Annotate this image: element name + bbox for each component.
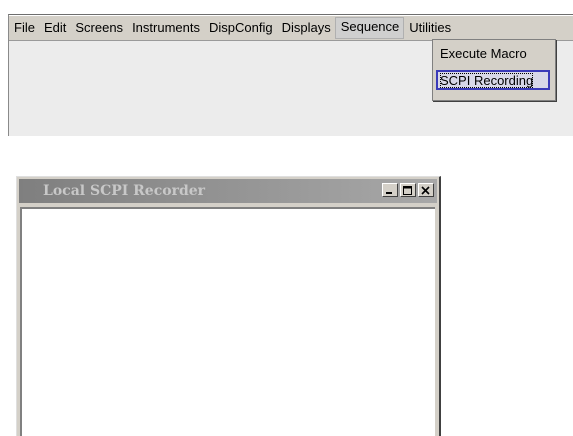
maximize-button[interactable]: [400, 183, 416, 197]
menu-dispconfig[interactable]: DispConfig: [204, 18, 277, 38]
minimize-icon: [386, 192, 392, 194]
application-window: File Edit Screens Instruments DispConfig…: [8, 14, 573, 136]
caption-buttons: [380, 183, 434, 197]
menu-displays[interactable]: Displays: [277, 18, 335, 38]
menu-utilities[interactable]: Utilities: [404, 18, 455, 38]
minimize-button[interactable]: [382, 183, 398, 197]
close-button[interactable]: [418, 183, 434, 197]
menu-screens[interactable]: Screens: [70, 18, 127, 38]
close-icon: [421, 186, 430, 195]
menu-file[interactable]: File: [9, 18, 39, 38]
recorder-content-area[interactable]: [20, 207, 435, 436]
sequence-dropdown-menu: Execute Macro SCPI Recording: [432, 39, 556, 101]
menu-item-scpi-recording-label: SCPI Recording: [440, 73, 534, 88]
menu-bar: File Edit Screens Instruments DispConfig…: [9, 15, 573, 41]
menu-sequence[interactable]: Sequence: [334, 17, 405, 39]
menu-instruments[interactable]: Instruments: [127, 18, 204, 38]
maximize-icon: [403, 186, 412, 195]
scpi-recorder-window: Local SCPI Recorder: [16, 176, 441, 436]
recorder-titlebar[interactable]: Local SCPI Recorder: [19, 179, 437, 203]
menu-edit[interactable]: Edit: [39, 18, 70, 38]
recorder-title: Local SCPI Recorder: [43, 183, 206, 199]
menu-item-scpi-recording[interactable]: SCPI Recording: [436, 70, 550, 90]
menu-item-execute-macro[interactable]: Execute Macro: [436, 43, 554, 65]
